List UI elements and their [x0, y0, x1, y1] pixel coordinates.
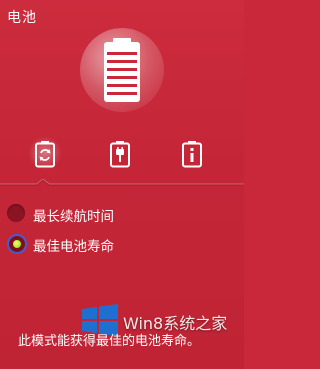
option-label: 最佳电池寿命 — [33, 239, 114, 255]
battery-info-icon — [182, 141, 202, 168]
battery-info-mode-button[interactable] — [181, 140, 203, 168]
battery-plug-mode-button[interactable] — [109, 140, 131, 168]
option-best-battery-life[interactable]: 最佳电池寿命 — [0, 231, 244, 257]
battery-plug-icon — [110, 141, 130, 168]
radio-longest-runtime[interactable] — [7, 204, 25, 222]
battery-panel: 电池 最长续航时间 最佳电池寿命 Win8系统之家 此模式能获得最佳的电池寿命。 — [0, 0, 244, 369]
mode-divider — [0, 179, 244, 186]
battery-large-icon — [80, 28, 164, 112]
option-label: 最长续航时间 — [33, 209, 114, 225]
watermark: Win8系统之家 — [80, 303, 245, 336]
mode-description: 此模式能获得最佳的电池寿命。 — [18, 334, 201, 349]
auto-mode-button[interactable] — [28, 136, 62, 170]
panel-title: 电池 — [7, 10, 37, 26]
battery-refresh-icon — [35, 141, 55, 168]
mode-selector — [0, 136, 244, 170]
radio-best-battery-life[interactable] — [7, 234, 27, 254]
option-longest-runtime[interactable]: 最长续航时间 — [0, 201, 244, 227]
